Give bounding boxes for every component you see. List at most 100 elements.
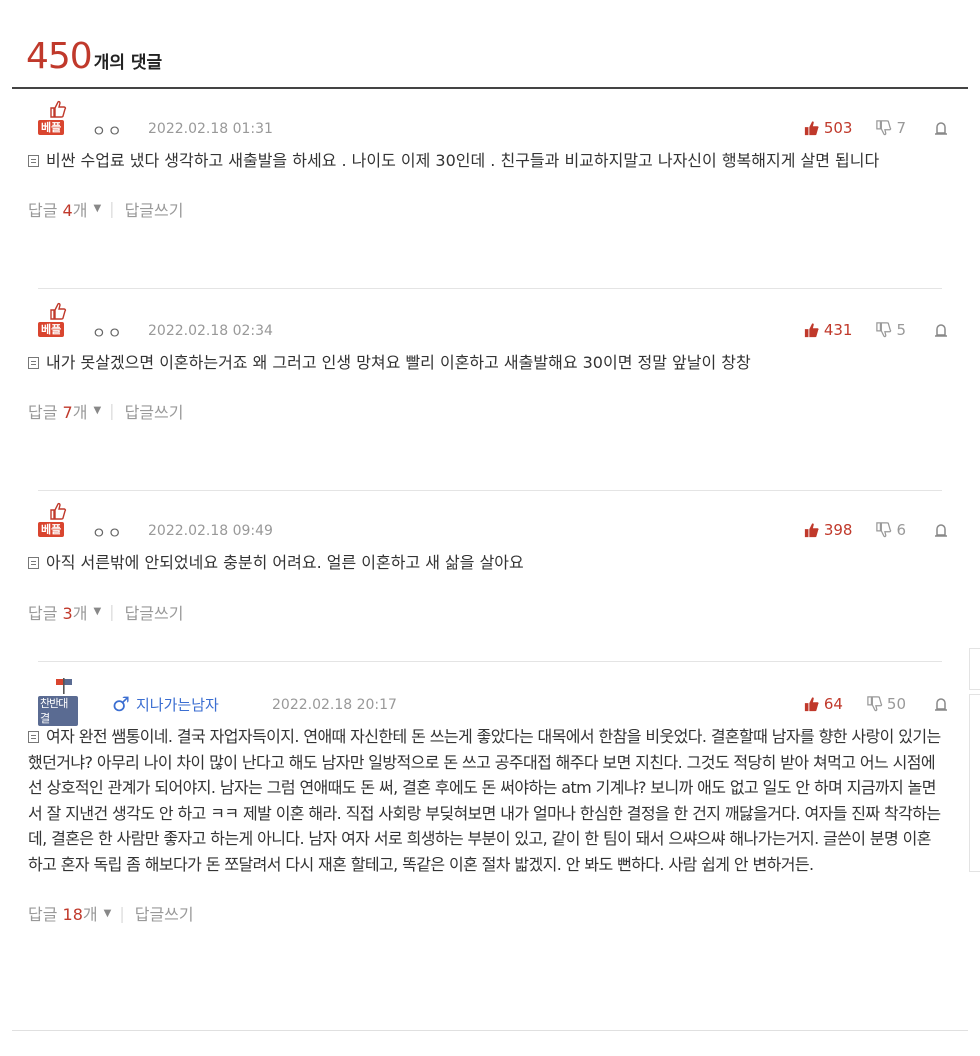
downvote-button[interactable]: 5 bbox=[876, 321, 906, 339]
reply-bar: 답글 18개 ▼ | 답글쓰기 bbox=[28, 901, 948, 925]
comment-date: 2022.02.18 09:49 bbox=[148, 523, 273, 539]
reply-count: 18 bbox=[62, 905, 83, 924]
upvote-button[interactable]: 64 bbox=[804, 695, 843, 713]
reply-bar: 답글 7개 ▼ | 답글쓰기 bbox=[28, 399, 948, 423]
downvote-button[interactable]: 50 bbox=[867, 695, 906, 713]
reply-bar: 답글 4개 ▼ | 답글쓰기 bbox=[28, 197, 948, 221]
versus-label: 찬반대결 bbox=[38, 696, 78, 726]
document-icon bbox=[28, 155, 39, 167]
comment-count-suffix: 개의 댓글 bbox=[93, 53, 163, 73]
downvote-count: 7 bbox=[896, 119, 906, 137]
upvote-count: 64 bbox=[823, 695, 843, 713]
comment-body: 아직 서른밖에 안되었네요 충분히 어려요. 얼른 이혼하고 새 삶을 살아요 bbox=[28, 550, 948, 576]
nickname[interactable]: ㅇㅇ bbox=[92, 522, 124, 543]
thumbs-up-icon bbox=[50, 302, 67, 320]
upvote-count: 398 bbox=[823, 521, 853, 539]
thumbs-down-icon bbox=[876, 120, 892, 136]
best-badge: 베플 bbox=[38, 100, 78, 140]
comment-body: 내가 못살겠으면 이혼하는거죠 왜 그러고 인생 망쳐요 빨리 이혼하고 새출발… bbox=[28, 350, 948, 376]
thumbs-up-icon bbox=[50, 502, 67, 520]
flag-icon bbox=[56, 678, 72, 694]
comment-text: 내가 못살겠으면 이혼하는거죠 왜 그러고 인생 망쳐요 빨리 이혼하고 새출발… bbox=[46, 353, 751, 372]
reply-label: 답글 bbox=[28, 905, 58, 924]
comment-item: 베플 ㅇㅇ 2022.02.18 09:49 398 6 아직 서른밖에 안되었… bbox=[28, 502, 948, 624]
document-icon bbox=[28, 557, 39, 569]
thumbs-down-icon bbox=[876, 522, 892, 538]
thumbs-down-icon bbox=[876, 322, 892, 338]
upvote-button[interactable]: 431 bbox=[804, 321, 853, 339]
divider: | bbox=[109, 401, 115, 420]
comment-divider bbox=[38, 661, 942, 662]
comment-body: 비싼 수업료 냈다 생각하고 새출발을 하세요 . 나이도 이제 30인데 . … bbox=[28, 148, 948, 174]
downvote-button[interactable]: 7 bbox=[876, 119, 906, 137]
thumbs-up-icon bbox=[50, 100, 67, 118]
write-reply-link[interactable]: 답글쓰기 bbox=[125, 197, 184, 221]
thumbs-up-icon bbox=[804, 697, 819, 712]
caret-down-icon[interactable]: ▼ bbox=[93, 606, 101, 617]
versus-badge: 찬반대결 bbox=[38, 676, 78, 726]
reply-count: 3 bbox=[62, 603, 73, 623]
write-reply-link[interactable]: 답글쓰기 bbox=[135, 901, 194, 925]
vote-bar: 431 5 bbox=[804, 321, 948, 339]
report-button[interactable] bbox=[934, 697, 948, 711]
reply-label: 답글 bbox=[28, 402, 58, 422]
caret-down-icon[interactable]: ▼ bbox=[93, 405, 101, 416]
divider: | bbox=[109, 602, 115, 621]
report-button[interactable] bbox=[934, 323, 948, 337]
comment-divider bbox=[38, 490, 942, 491]
side-widget-tab[interactable] bbox=[969, 648, 980, 690]
comment-divider bbox=[38, 288, 942, 289]
report-icon bbox=[935, 324, 947, 337]
nickname[interactable]: ㅇㅇ bbox=[92, 322, 124, 343]
report-icon bbox=[935, 698, 947, 711]
reply-unit: 개 bbox=[72, 603, 88, 623]
comment-text: 여자 완전 쌤통이네. 결국 자업자득이지. 연애때 자신한테 돈 쓰는게 좋았… bbox=[28, 727, 941, 874]
comment-item: 베플 ㅇㅇ 2022.02.18 01:31 503 7 비싼 수업료 냈다 생… bbox=[28, 100, 948, 221]
thumbs-up-icon bbox=[804, 121, 819, 136]
side-widget-panel[interactable] bbox=[969, 694, 980, 872]
thumbs-up-icon bbox=[804, 323, 819, 338]
downvote-count: 6 bbox=[896, 521, 906, 539]
downvote-button[interactable]: 6 bbox=[876, 521, 906, 539]
top-divider bbox=[12, 87, 968, 89]
downvote-count: 5 bbox=[896, 321, 906, 339]
vote-bar: 398 6 bbox=[804, 521, 948, 539]
report-button[interactable] bbox=[934, 523, 948, 537]
write-reply-link[interactable]: 답글쓰기 bbox=[125, 600, 184, 624]
comment-count: 450 bbox=[26, 36, 93, 77]
reply-toggle[interactable]: 답글 18개 bbox=[28, 901, 98, 925]
comment-body: 여자 완전 쌤통이네. 결국 자업자득이지. 연애때 자신한테 돈 쓰는게 좋았… bbox=[28, 724, 948, 877]
best-badge: 베플 bbox=[38, 302, 78, 342]
comments-header: 450 개의 댓글 bbox=[26, 36, 162, 77]
reply-toggle[interactable]: 답글 7개 bbox=[28, 399, 87, 423]
comment-meta: 베플 ㅇㅇ 2022.02.18 02:34 431 5 bbox=[28, 302, 948, 350]
best-label: 베플 bbox=[38, 322, 65, 337]
vote-bar: 503 7 bbox=[804, 119, 948, 137]
upvote-button[interactable]: 503 bbox=[804, 119, 853, 137]
document-icon bbox=[28, 357, 39, 369]
nickname[interactable]: 지나가는남자 bbox=[136, 694, 219, 715]
divider: | bbox=[119, 903, 125, 923]
best-label: 베플 bbox=[38, 522, 65, 537]
comment-date: 2022.02.18 02:34 bbox=[148, 323, 273, 339]
reply-toggle[interactable]: 답글 3개 bbox=[28, 600, 87, 624]
reply-toggle[interactable]: 답글 4개 bbox=[28, 197, 87, 221]
reply-unit: 개 bbox=[72, 402, 88, 422]
reply-label: 답글 bbox=[28, 603, 58, 623]
upvote-button[interactable]: 398 bbox=[804, 521, 853, 539]
male-icon: ♂ bbox=[112, 692, 130, 716]
reply-count: 4 bbox=[62, 200, 73, 220]
upvote-count: 503 bbox=[823, 119, 853, 137]
report-button[interactable] bbox=[934, 121, 948, 135]
caret-down-icon[interactable]: ▼ bbox=[93, 203, 101, 214]
write-reply-link[interactable]: 답글쓰기 bbox=[125, 399, 184, 423]
comment-meta: 찬반대결 ♂ 지나가는남자 2022.02.18 20:17 64 50 bbox=[28, 676, 948, 726]
nickname[interactable]: ㅇㅇ bbox=[92, 120, 124, 141]
comment-date: 2022.02.18 01:31 bbox=[148, 121, 273, 137]
best-label: 베플 bbox=[38, 120, 65, 135]
comment-text: 비싼 수업료 냈다 생각하고 새출발을 하세요 . 나이도 이제 30인데 . … bbox=[46, 151, 880, 170]
comment-meta: 베플 ㅇㅇ 2022.02.18 09:49 398 6 bbox=[28, 502, 948, 550]
comment-item: 베플 ㅇㅇ 2022.02.18 02:34 431 5 내가 못살겠으면 이혼… bbox=[28, 302, 948, 423]
upvote-count: 431 bbox=[823, 321, 853, 339]
caret-down-icon[interactable]: ▼ bbox=[104, 908, 112, 919]
